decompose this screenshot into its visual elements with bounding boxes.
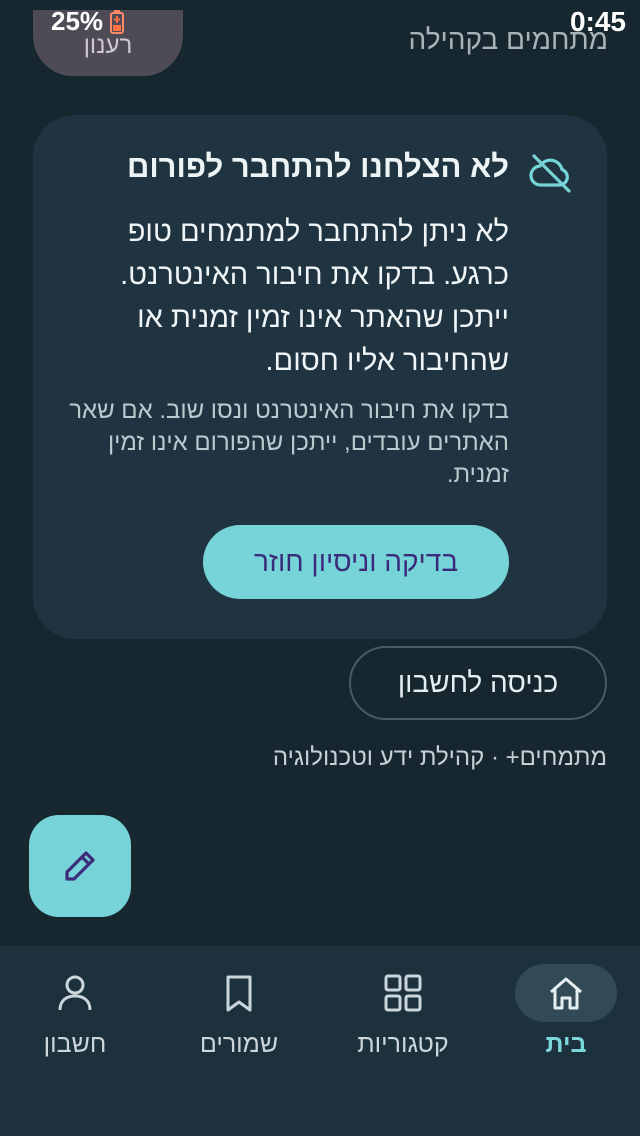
nav-label-home: בית bbox=[545, 1030, 587, 1058]
person-icon bbox=[58, 975, 92, 1011]
nav-item-home[interactable]: בית bbox=[491, 964, 640, 1074]
grid-icon bbox=[384, 974, 422, 1012]
nav-item-saved[interactable]: שמורים bbox=[164, 964, 314, 1074]
retry-button-label: בדיקה וניסיון חוזר bbox=[253, 546, 459, 577]
battery-percent: 25% bbox=[51, 6, 104, 36]
nav-item-account[interactable]: חשבון bbox=[0, 964, 150, 1074]
bookmark-icon bbox=[226, 975, 252, 1012]
nav-label-account: חשבון bbox=[43, 1030, 107, 1058]
nav-saved-indicator bbox=[188, 964, 290, 1022]
nav-item-categories[interactable]: קטגוריות bbox=[328, 964, 478, 1074]
bottom-navigation: בית קטגוריות שמורים חשבון bbox=[0, 946, 640, 1136]
retry-button[interactable]: בדיקה וניסיון חוזר bbox=[203, 525, 509, 599]
connection-error-card: לא הצלחנו להתחבר לפורום לא ניתן להתחבר ל… bbox=[33, 115, 607, 639]
pencil-icon bbox=[65, 851, 95, 881]
home-icon bbox=[550, 977, 582, 1010]
cloud-off-icon bbox=[529, 154, 571, 193]
nav-home-indicator bbox=[515, 964, 617, 1022]
battery-icon bbox=[110, 10, 124, 34]
clock: 0:45 bbox=[569, 6, 626, 37]
nav-account-indicator bbox=[24, 964, 126, 1022]
nav-label-categories: קטגוריות bbox=[357, 1030, 449, 1058]
nav-label-saved: שמורים bbox=[199, 1030, 279, 1058]
signin-button[interactable]: כניסה לחשבון bbox=[349, 646, 607, 720]
nav-categories-indicator bbox=[352, 964, 454, 1022]
status-bar: 25% 0:45 bbox=[0, 0, 640, 46]
error-title: לא הצלחנו להתחבר לפורום bbox=[127, 149, 509, 184]
compose-fab[interactable] bbox=[29, 815, 131, 917]
signin-button-label: כניסה לחשבון bbox=[397, 667, 559, 698]
error-hint: בדקו את חיבור האינטרנט ונסו שוב. אם שאר … bbox=[69, 397, 509, 488]
app-tagline: מתמחים+ · קהילת ידע וטכנולוגיה bbox=[272, 744, 607, 771]
error-message: לא ניתן להתחבר למתמחים טופ כרגע. בדקו את… bbox=[120, 216, 509, 377]
